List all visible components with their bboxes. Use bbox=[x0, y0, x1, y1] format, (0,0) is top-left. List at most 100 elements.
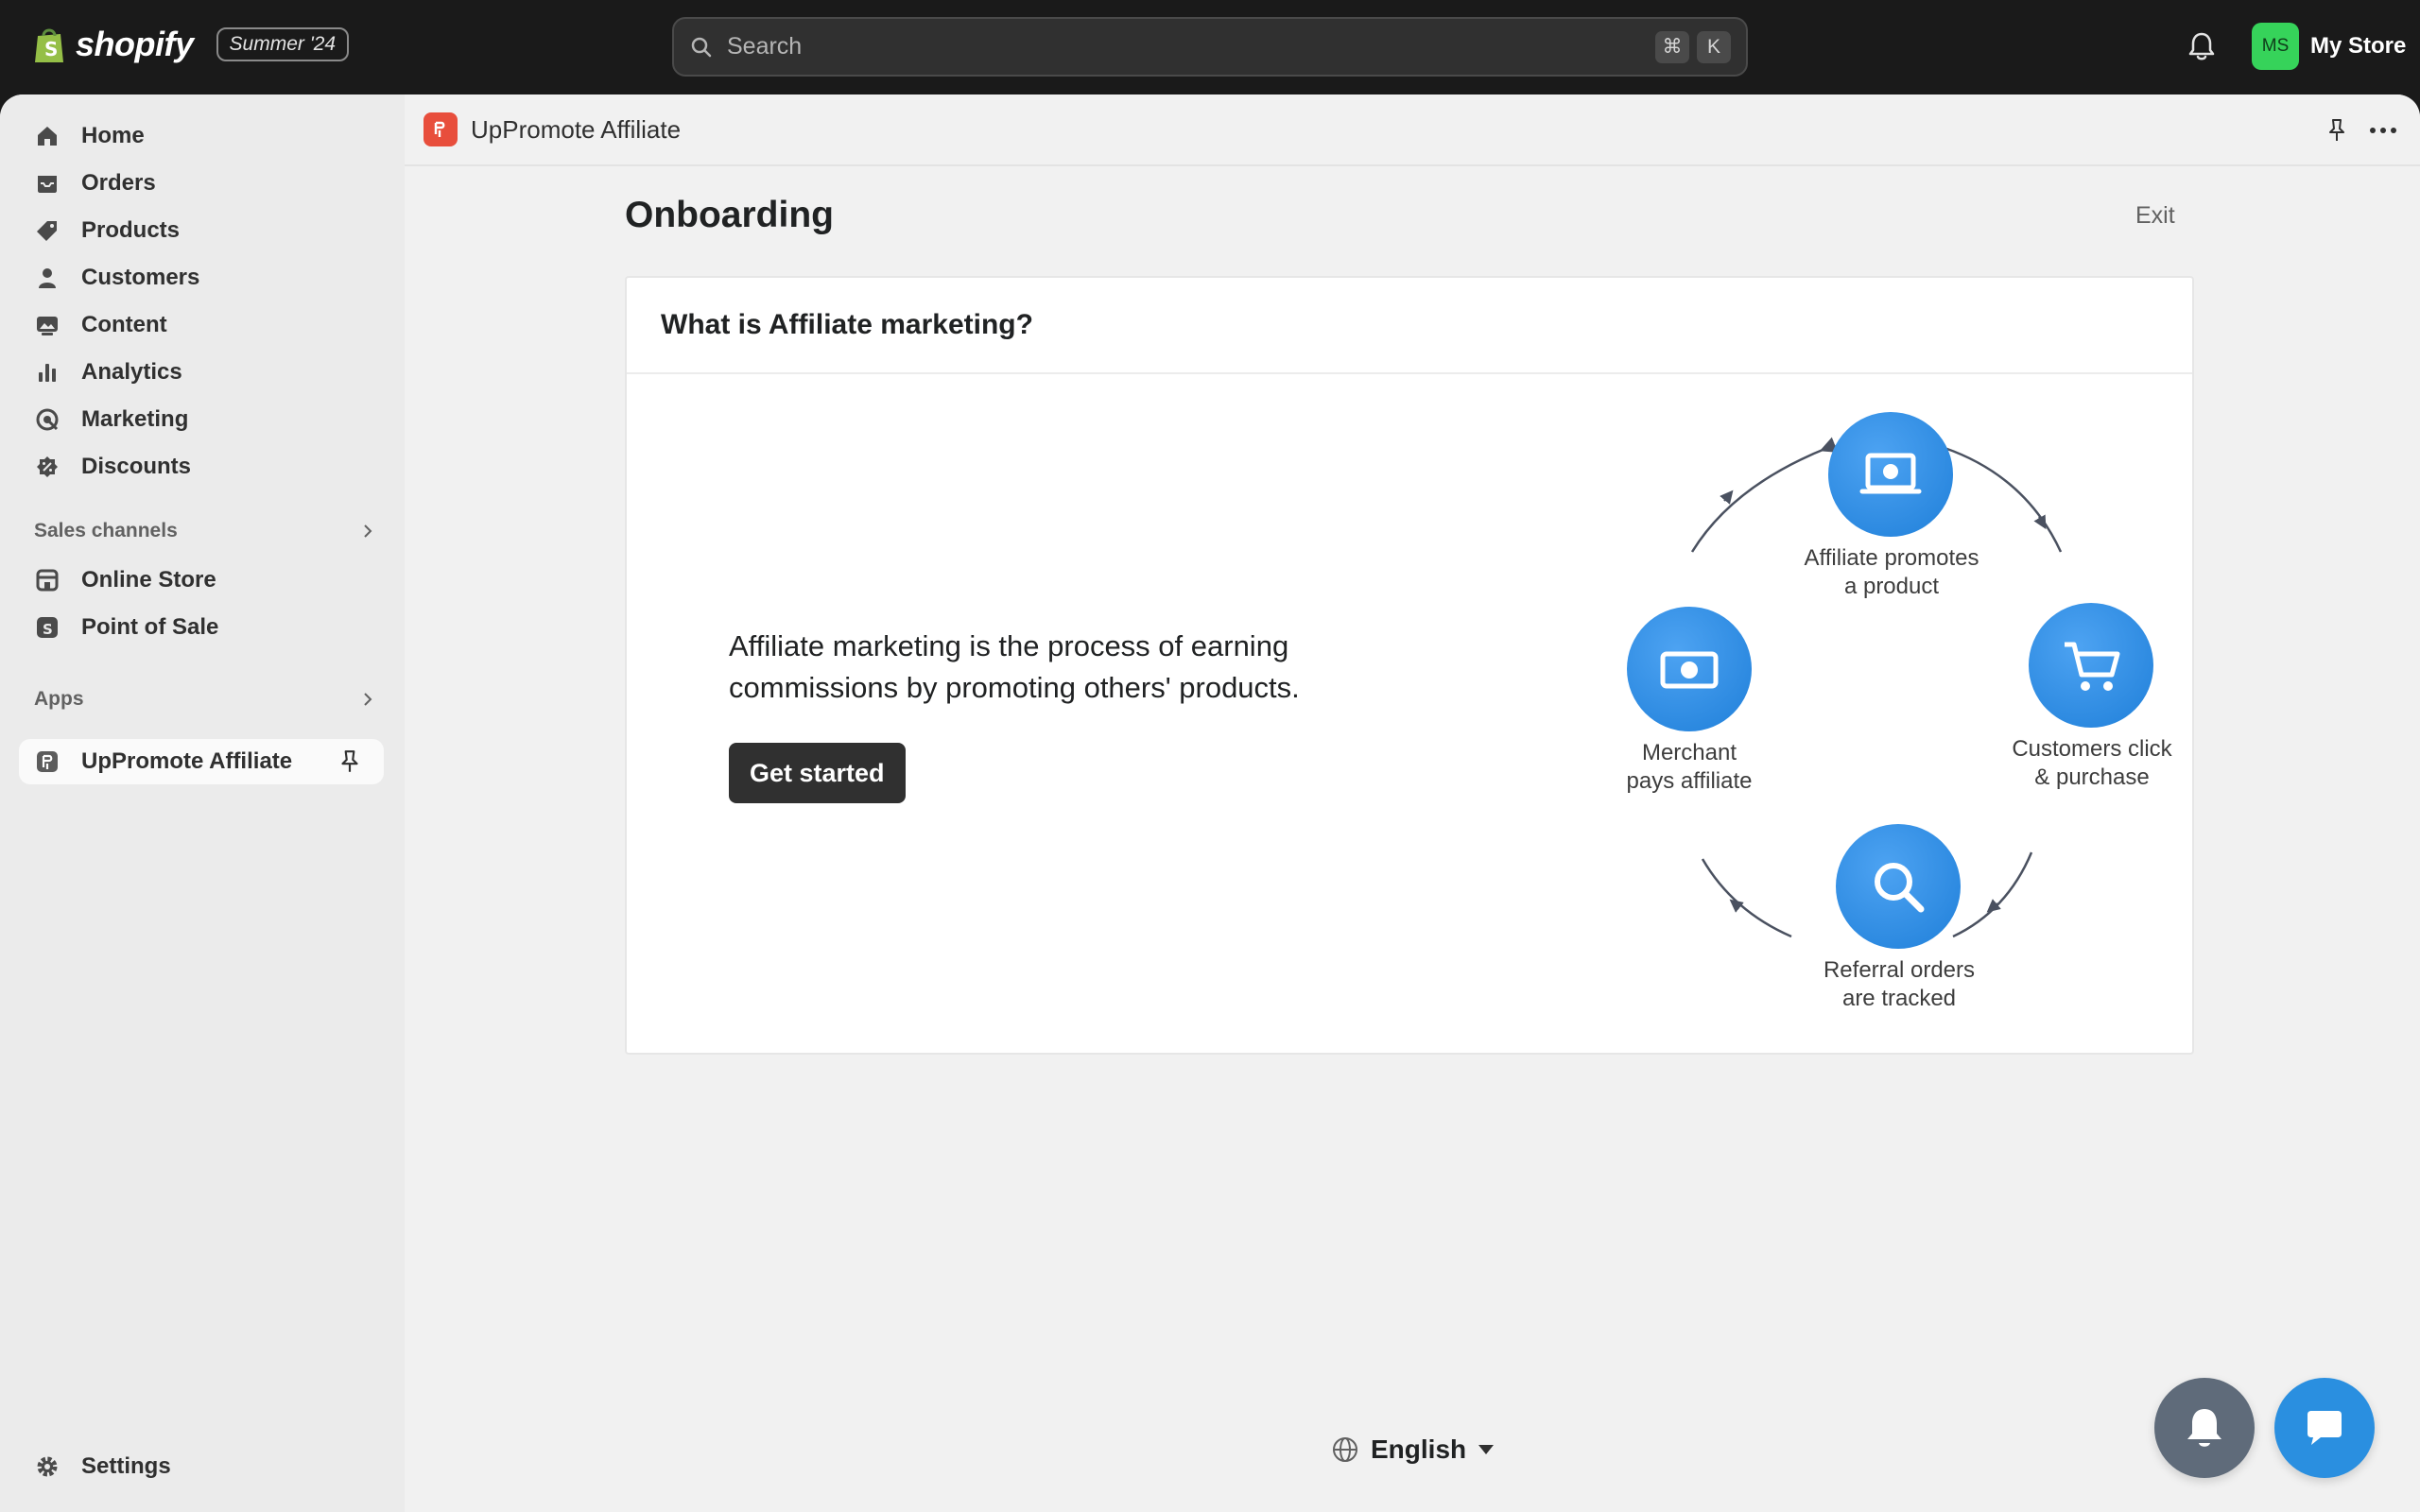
page-title: Onboarding bbox=[625, 195, 834, 235]
shopify-logo[interactable]: S shopify Summer '24 bbox=[32, 25, 350, 64]
uppromote-icon bbox=[37, 751, 58, 772]
avatar: MS bbox=[2252, 23, 2299, 70]
bar-chart-icon bbox=[39, 364, 56, 382]
sidebar-item-label: Home bbox=[81, 123, 145, 148]
get-started-button[interactable]: Get started bbox=[729, 743, 906, 803]
shortcut-key-cmd: ⌘ bbox=[1655, 30, 1689, 63]
sidebar-item-label: Settings bbox=[81, 1453, 171, 1479]
search-bar[interactable]: Search ⌘ K bbox=[672, 17, 1748, 77]
cycle-node-purchase bbox=[2029, 603, 2153, 728]
label-line: Affiliate promotes bbox=[1804, 545, 1979, 571]
sidebar-item-label: Point of Sale bbox=[81, 614, 219, 640]
card-header: What is Affiliate marketing? bbox=[627, 278, 2192, 374]
store-menu[interactable]: MS My Store bbox=[2252, 23, 2406, 70]
label-line: Referral orders bbox=[1823, 957, 1976, 983]
label-line: & purchase bbox=[2034, 765, 2150, 790]
affiliate-cycle-diagram: Affiliate promotes a product Customers c… bbox=[1515, 372, 2177, 1053]
cycle-node-promote bbox=[1828, 412, 1953, 537]
section-label: Apps bbox=[34, 688, 84, 710]
app-header: UpPromote Affiliate bbox=[405, 94, 2420, 166]
pin-icon[interactable] bbox=[337, 748, 363, 775]
pos-icon: S bbox=[37, 617, 58, 638]
label-line: Customers click bbox=[2012, 736, 2172, 762]
person-icon bbox=[39, 268, 56, 288]
caret-down-icon bbox=[1478, 1445, 1495, 1454]
sidebar-item-label: Content bbox=[81, 312, 167, 337]
tag-icon bbox=[37, 221, 57, 241]
laptop-icon bbox=[1859, 453, 1922, 494]
cycle-label-pays: Merchant pays affiliate bbox=[1576, 739, 1803, 796]
language-selector[interactable]: English bbox=[1331, 1435, 1495, 1465]
globe-icon bbox=[1333, 1437, 1357, 1462]
sidebar-item-products[interactable]: Products bbox=[19, 208, 384, 253]
edition-badge[interactable]: Summer '24 bbox=[216, 27, 350, 61]
sidebar-item-content[interactable]: Content bbox=[19, 302, 384, 348]
shortcut-key-k: K bbox=[1697, 30, 1731, 63]
language-label: English bbox=[1371, 1435, 1467, 1464]
svg-text:S: S bbox=[44, 38, 58, 60]
shopify-bag-icon: S bbox=[35, 28, 63, 62]
store-icon bbox=[36, 569, 59, 592]
svg-text:S: S bbox=[43, 621, 53, 638]
onboarding-card: What is Affiliate marketing? Affiliate m… bbox=[625, 276, 2194, 1055]
more-options-icon[interactable] bbox=[2367, 117, 2399, 144]
notifications-fab[interactable] bbox=[2154, 1378, 2255, 1478]
sidebar-item-analytics[interactable]: Analytics bbox=[19, 350, 384, 395]
brand-name: shopify bbox=[76, 25, 194, 63]
affiliate-description: Affiliate marketing is the process of ea… bbox=[729, 629, 1300, 704]
store-name: My Store bbox=[2310, 33, 2407, 59]
apps-header[interactable]: Apps bbox=[34, 688, 376, 711]
chevron-right-icon bbox=[364, 693, 372, 706]
inbox-icon bbox=[38, 176, 57, 193]
sidebar-item-label: Customers bbox=[81, 265, 200, 290]
cycle-label-promote: Affiliate promotes a product bbox=[1778, 544, 2005, 601]
sidebar-item-orders[interactable]: Orders bbox=[19, 161, 384, 206]
chevron-right-icon bbox=[364, 524, 372, 538]
sidebar-item-label: Analytics bbox=[81, 359, 182, 385]
notifications-bell-icon[interactable] bbox=[2186, 30, 2218, 62]
app-title: UpPromote Affiliate bbox=[471, 114, 682, 144]
sidebar-item-label: Orders bbox=[81, 170, 156, 196]
sidebar-item-marketing[interactable]: Marketing bbox=[19, 397, 384, 442]
sidebar-item-label: Discounts bbox=[81, 454, 192, 479]
section-label: Sales channels bbox=[34, 520, 178, 541]
label-line: pays affiliate bbox=[1626, 768, 1753, 794]
label-line: are tracked bbox=[1841, 986, 1957, 1011]
cycle-node-tracked bbox=[1836, 824, 1961, 949]
sidebar-item-uppromote[interactable]: UpPromote Affiliate bbox=[19, 739, 384, 784]
sidebar-item-label: Marketing bbox=[81, 406, 189, 432]
magnifier-icon bbox=[1875, 863, 1925, 913]
discount-icon bbox=[37, 456, 58, 477]
top-bar: S shopify Summer '24 Search ⌘ K MS My St… bbox=[0, 0, 2420, 94]
label-line: a product bbox=[1843, 574, 1940, 599]
sidebar-item-home[interactable]: Home bbox=[19, 113, 384, 159]
cash-icon bbox=[1660, 651, 1719, 689]
sidebar: Home Orders Products Customers Content A… bbox=[0, 94, 405, 1512]
image-icon bbox=[37, 317, 58, 335]
cycle-label-tracked: Referral orders are tracked bbox=[1786, 956, 2013, 1013]
admin-frame: Home Orders Products Customers Content A… bbox=[0, 94, 2420, 1512]
sidebar-item-label: UpPromote Affiliate bbox=[81, 748, 293, 774]
sidebar-item-label: Products bbox=[81, 217, 181, 243]
sidebar-item-point-of-sale[interactable]: S Point of Sale bbox=[19, 605, 384, 650]
target-icon bbox=[36, 408, 59, 431]
sidebar-item-settings[interactable]: Settings bbox=[19, 1444, 384, 1489]
chat-fab[interactable] bbox=[2274, 1378, 2375, 1478]
bell-icon bbox=[2187, 1409, 2221, 1447]
sidebar-item-label: Online Store bbox=[81, 567, 216, 593]
sidebar-item-online-store[interactable]: Online Store bbox=[19, 558, 384, 603]
search-icon bbox=[691, 37, 712, 57]
card-title: What is Affiliate marketing? bbox=[661, 309, 1033, 340]
pin-icon[interactable] bbox=[2324, 117, 2350, 144]
cart-icon bbox=[2065, 642, 2120, 691]
home-icon bbox=[38, 127, 57, 146]
sales-channels-header[interactable]: Sales channels bbox=[34, 520, 376, 542]
sidebar-item-discounts[interactable]: Discounts bbox=[19, 444, 384, 490]
search-input[interactable]: Search bbox=[727, 33, 1648, 60]
sidebar-item-customers[interactable]: Customers bbox=[19, 255, 384, 301]
gear-icon bbox=[37, 1456, 58, 1477]
label-line: Merchant bbox=[1641, 740, 1737, 765]
cycle-label-purchase: Customers click & purchase bbox=[1979, 735, 2205, 792]
uppromote-logo-icon bbox=[424, 112, 458, 146]
exit-link[interactable]: Exit bbox=[2135, 202, 2175, 230]
